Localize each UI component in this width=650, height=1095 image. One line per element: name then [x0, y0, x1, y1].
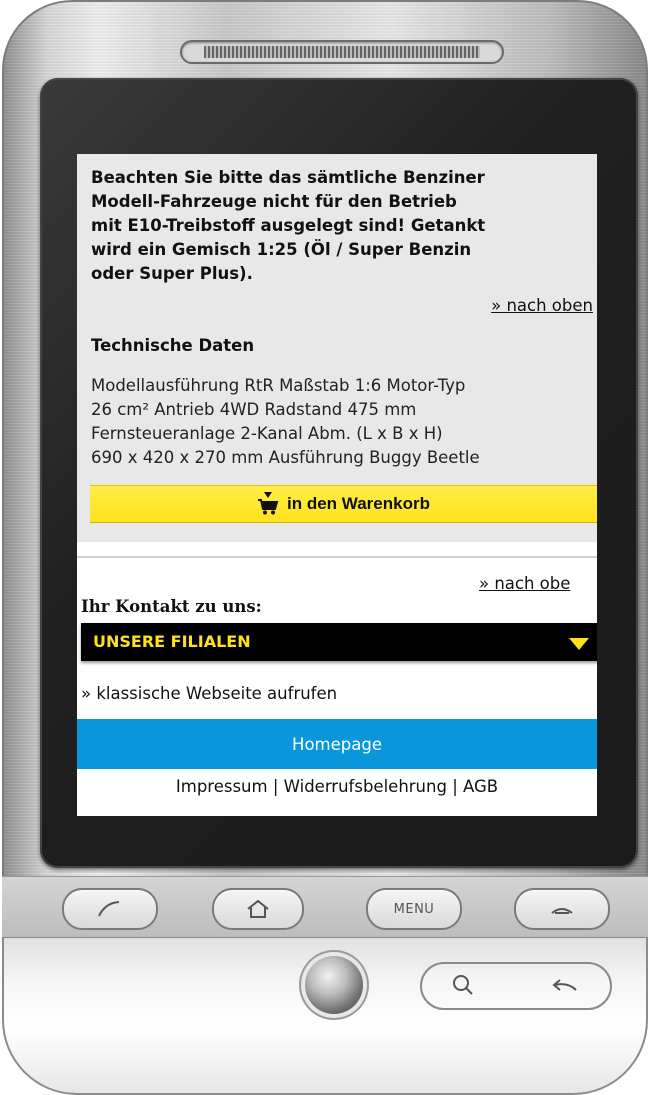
branches-dropdown[interactable]: UNSERE FILIALEN: [81, 623, 597, 661]
shopping-cart-icon: [258, 492, 279, 515]
search-back-button-group: [420, 962, 612, 1010]
notice-line: oder Super Plus).: [91, 264, 253, 283]
section-divider: [77, 556, 597, 558]
home-icon: [247, 899, 269, 918]
agb-link[interactable]: AGB: [463, 777, 498, 796]
call-button[interactable]: [62, 888, 158, 930]
tech-line: 690 x 420 x 270 mm Ausführung Buggy Beet…: [91, 448, 480, 467]
browser-screen: Beachten Sie bitte das sämtliche Benzine…: [77, 154, 597, 816]
footer-links: Impressum | Widerrufsbelehrung | AGB: [77, 777, 597, 796]
speaker-grill: [204, 46, 480, 58]
phone-call-icon: [98, 901, 120, 917]
earpiece-speaker: [180, 40, 504, 64]
classic-website-link[interactable]: » klassische Webseite aufrufen: [81, 684, 337, 703]
notice-line: Modell-Fahrzeuge nicht für den Betrieb: [91, 192, 457, 211]
tech-data-text: Modellausführung RtR Maßstab 1:6 Motor-T…: [91, 374, 596, 470]
menu-button[interactable]: MENU: [366, 888, 462, 930]
back-icon[interactable]: [550, 974, 580, 998]
tech-line: Fernsteueranlage 2-Kanal Abm. (L x B x H…: [91, 424, 443, 443]
impressum-link[interactable]: Impressum: [176, 777, 268, 796]
contact-heading: Ihr Kontakt zu uns:: [81, 597, 262, 616]
trackball[interactable]: [305, 956, 363, 1014]
end-call-button[interactable]: [514, 888, 610, 930]
notice-line: Beachten Sie bitte das sämtliche Benzine…: [91, 168, 485, 187]
notice-line: mit E10-Treibstoff ausgelegt sind! Getan…: [91, 216, 486, 235]
end-call-icon: [551, 908, 573, 914]
footer-separator: |: [272, 777, 284, 796]
add-to-cart-label: in den Warenkorb: [287, 494, 430, 513]
home-button[interactable]: [212, 888, 304, 930]
menu-button-label: MENU: [393, 901, 435, 917]
chevron-down-icon: [569, 638, 589, 650]
tech-line: Modellausführung RtR Maßstab 1:6 Motor-T…: [91, 376, 466, 395]
branches-dropdown-label: UNSERE FILIALEN: [93, 632, 251, 651]
notice-line: wird ein Gemisch 1:25 (Öl / Super Benzin: [91, 240, 472, 259]
back-to-top-link[interactable]: » nach oben: [491, 296, 593, 315]
footer-separator: |: [452, 777, 464, 796]
search-icon[interactable]: [450, 973, 476, 999]
back-to-top-link[interactable]: » nach obe: [479, 574, 570, 593]
tech-data-heading: Technische Daten: [91, 336, 255, 355]
fuel-notice: Beachten Sie bitte das sämtliche Benzine…: [91, 166, 596, 286]
widerruf-link[interactable]: Widerrufsbelehrung: [284, 777, 447, 796]
add-to-cart-button[interactable]: in den Warenkorb: [90, 485, 597, 523]
tech-line: 26 cm² Antrieb 4WD Radstand 475 mm: [91, 400, 417, 419]
homepage-button[interactable]: Homepage: [77, 719, 597, 769]
